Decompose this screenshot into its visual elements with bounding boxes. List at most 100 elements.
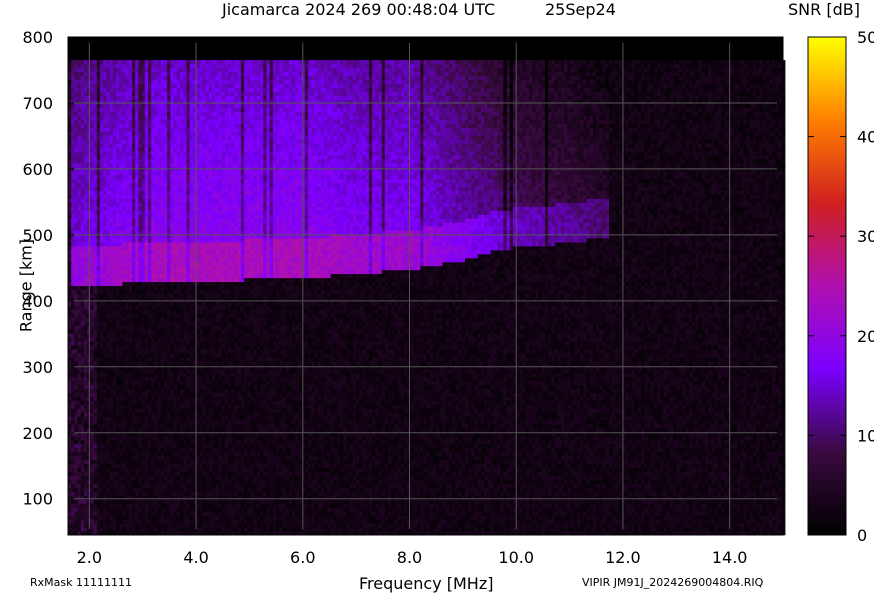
heatmap-cell xyxy=(116,368,120,374)
heatmap-cell xyxy=(122,265,126,271)
heatmap-cell xyxy=(173,404,178,409)
heatmap xyxy=(68,60,786,536)
heatmap-cell xyxy=(164,258,168,263)
heatmap-cell xyxy=(100,127,104,132)
heatmap-cell xyxy=(71,198,75,203)
heatmap-cell xyxy=(170,123,174,128)
heatmap-cell xyxy=(122,250,126,255)
heatmap-cell xyxy=(116,309,120,314)
heatmap-cell xyxy=(77,333,82,338)
heatmap-cell xyxy=(151,155,155,160)
heatmap-cell xyxy=(74,392,78,397)
heatmap-cell xyxy=(122,515,126,520)
heatmap-cell xyxy=(74,186,78,191)
heatmap-cell xyxy=(74,250,78,255)
heatmap-cell xyxy=(135,483,139,488)
heatmap-cell xyxy=(90,147,94,152)
heatmap-cell xyxy=(103,254,107,259)
heatmap-cell xyxy=(74,182,78,188)
heatmap-cell xyxy=(148,349,152,354)
heatmap-cell xyxy=(93,202,98,207)
heatmap-cell xyxy=(132,289,136,294)
heatmap-cell xyxy=(173,64,178,69)
heatmap-cell xyxy=(74,143,78,148)
heatmap-cell xyxy=(77,107,82,112)
heatmap-cell xyxy=(132,151,136,156)
heatmap-cell xyxy=(125,178,130,184)
heatmap-cell xyxy=(151,499,155,504)
heatmap-cell xyxy=(196,238,200,243)
heatmap-cell xyxy=(167,360,171,366)
heatmap-cell xyxy=(93,372,98,377)
heatmap-cell xyxy=(154,523,158,528)
heatmap-cell xyxy=(116,491,120,496)
heatmap-cell xyxy=(103,483,107,488)
heatmap-cell xyxy=(103,178,107,184)
heatmap-cell xyxy=(96,265,101,271)
heatmap-cell xyxy=(119,479,123,484)
heatmap-cell xyxy=(167,444,171,449)
heatmap-cell xyxy=(96,198,101,203)
heatmap-cell xyxy=(84,250,88,255)
heatmap-cell xyxy=(80,527,85,532)
heatmap-cell xyxy=(119,277,123,283)
heatmap-cell xyxy=(135,455,139,461)
heatmap-cell xyxy=(157,352,162,358)
heatmap-cell xyxy=(180,309,184,314)
heatmap-cell xyxy=(96,75,101,81)
heatmap-cell xyxy=(167,356,171,362)
heatmap-cell xyxy=(135,376,139,381)
heatmap-cell xyxy=(144,301,149,306)
heatmap-cell xyxy=(148,261,152,267)
heatmap-cell xyxy=(154,301,158,306)
heatmap-cell xyxy=(93,131,98,136)
heatmap-cell xyxy=(135,372,139,377)
heatmap-cell xyxy=(180,75,184,81)
heatmap-cell xyxy=(167,412,171,417)
heatmap-cell xyxy=(103,388,107,393)
heatmap-cell xyxy=(151,424,155,429)
heatmap-cell xyxy=(160,226,165,231)
heatmap-cell xyxy=(128,396,133,401)
heatmap-cell xyxy=(93,190,98,195)
heatmap-cell xyxy=(148,222,152,227)
heatmap-cell xyxy=(164,190,168,195)
heatmap-cell xyxy=(170,372,174,377)
heatmap-cell xyxy=(151,345,155,350)
heatmap-cell xyxy=(119,119,123,124)
heatmap-cell xyxy=(100,68,104,73)
heatmap-cell xyxy=(100,178,104,184)
heatmap-cell xyxy=(93,226,98,231)
heatmap-cell xyxy=(77,408,82,413)
heatmap-cell xyxy=(164,447,168,453)
heatmap-cell xyxy=(151,214,155,219)
heatmap-cell xyxy=(183,159,187,164)
heatmap-cell xyxy=(119,91,123,96)
heatmap-cell xyxy=(93,103,98,108)
heatmap-cell xyxy=(151,309,155,314)
heatmap-cell xyxy=(180,265,184,271)
heatmap-cell xyxy=(119,273,123,279)
heatmap-cell xyxy=(160,491,165,496)
heatmap-cell xyxy=(176,103,181,108)
heatmap-cell xyxy=(80,459,85,465)
heatmap-cell xyxy=(122,479,126,484)
heatmap-cell xyxy=(80,325,85,330)
heatmap-cell xyxy=(125,95,130,100)
heatmap-cell xyxy=(132,131,136,136)
heatmap-cell xyxy=(151,400,155,405)
heatmap-cell xyxy=(196,210,200,215)
heatmap-cell xyxy=(106,159,110,164)
heatmap-cell xyxy=(128,313,133,318)
heatmap-cell xyxy=(189,64,194,69)
heatmap-cell xyxy=(186,107,190,112)
heatmap-cell xyxy=(141,285,146,290)
heatmap-cell xyxy=(157,79,162,85)
heatmap-cell xyxy=(93,68,98,73)
heatmap-cell xyxy=(160,507,165,512)
heatmap-cell xyxy=(170,238,174,243)
heatmap-cell xyxy=(148,527,152,532)
heatmap-cell xyxy=(160,222,165,227)
heatmap-cell xyxy=(138,147,142,152)
heatmap-cell xyxy=(148,523,152,528)
